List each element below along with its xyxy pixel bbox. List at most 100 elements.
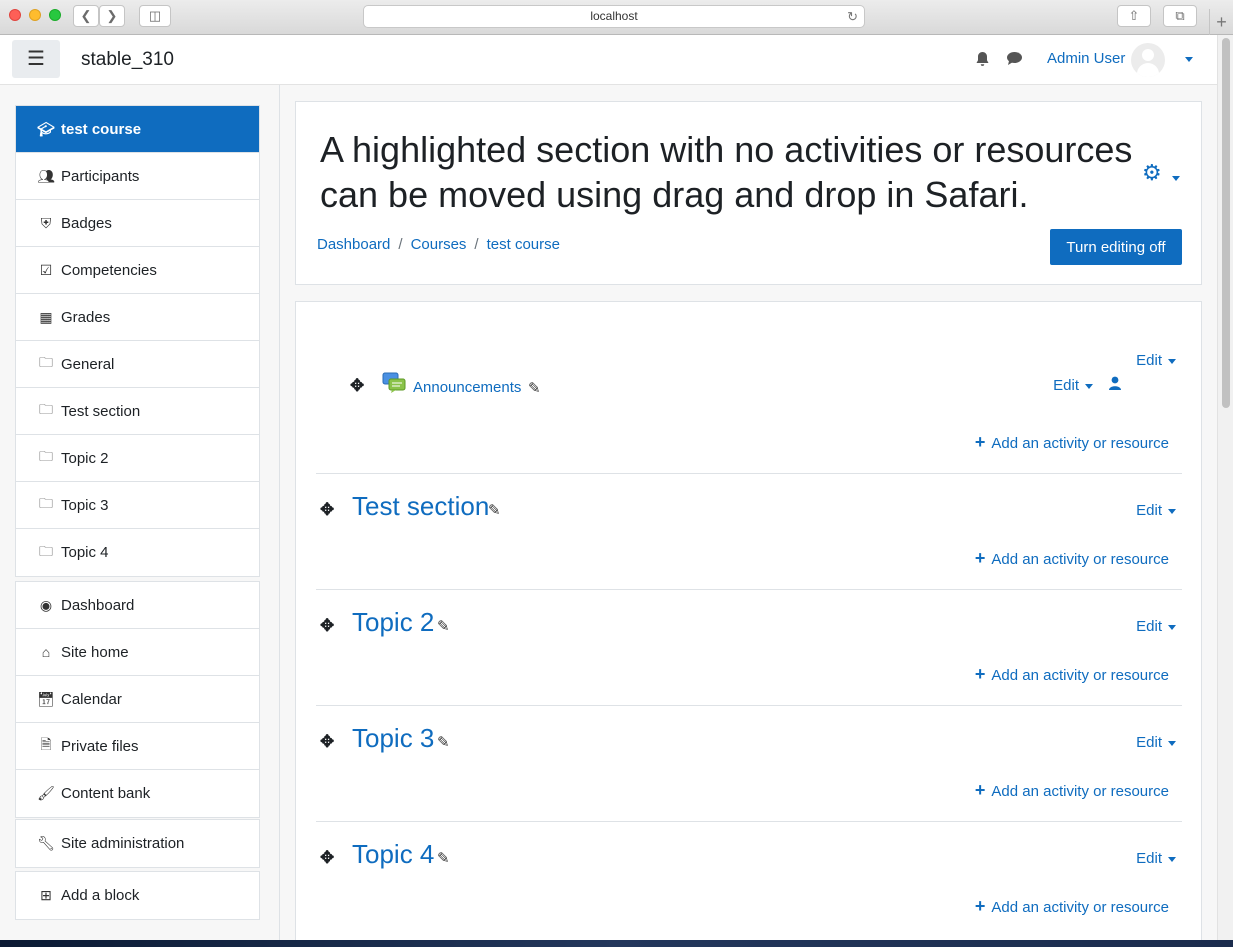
- section-title[interactable]: Test section: [352, 491, 489, 522]
- close-window-button[interactable]: [9, 9, 21, 21]
- nav-item-topic-2[interactable]: 🗀︎ Topic 2: [16, 435, 259, 482]
- section-edit-menu[interactable]: Edit: [1136, 734, 1176, 751]
- turn-editing-off-button[interactable]: Turn editing off: [1050, 229, 1182, 265]
- section-edit-menu[interactable]: Edit: [1136, 618, 1176, 635]
- add-activity-button[interactable]: + Add an activity or resource: [975, 780, 1169, 801]
- folder-icon: 🗀︎: [39, 542, 53, 559]
- chat-icon[interactable]: [1006, 51, 1023, 69]
- minimize-window-button[interactable]: [29, 9, 41, 21]
- desktop-background: [0, 940, 1233, 947]
- gear-icon[interactable]: ⚙: [1142, 160, 1162, 186]
- move-icon[interactable]: ✥: [320, 732, 334, 752]
- reload-icon[interactable]: ↻: [847, 6, 858, 27]
- scrollbar-thumb[interactable]: [1222, 38, 1230, 408]
- pencil-icon[interactable]: ✎: [528, 379, 541, 397]
- breadcrumb-test-course[interactable]: test course: [487, 236, 560, 253]
- sidebar-toggle-button[interactable]: ◫: [139, 5, 171, 27]
- nav-item-competencies[interactable]: ☑ Competencies: [16, 247, 259, 294]
- back-button[interactable]: ❮: [73, 5, 99, 27]
- add-activity-button[interactable]: + Add an activity or resource: [975, 548, 1169, 569]
- plus-icon: +: [974, 664, 986, 684]
- page-header: A highlighted section with no activities…: [295, 101, 1202, 285]
- chevron-down-icon: [1168, 624, 1176, 630]
- nav-item-participants[interactable]: 👥︎ Participants: [16, 153, 259, 200]
- forward-button[interactable]: ❯: [99, 5, 125, 27]
- nav-item-dashboard[interactable]: ◉ Dashboard: [16, 582, 259, 629]
- section-topic-3: ✥ Topic 3 ✎ Edit + Add an activity or res…: [316, 706, 1182, 822]
- move-icon[interactable]: ✥: [320, 500, 334, 520]
- nav-item-grades[interactable]: ▦ Grades: [16, 294, 259, 341]
- dashboard-icon: ◉: [39, 596, 53, 613]
- move-icon[interactable]: ✥: [320, 848, 334, 868]
- plus-icon: +: [974, 896, 986, 916]
- page-viewport: ☰ stable_310 Admin User 🎓︎ test course 👥︎…: [0, 35, 1217, 940]
- plus-icon: +: [974, 780, 986, 800]
- calendar-icon: 📅︎: [37, 690, 55, 707]
- user-menu-name[interactable]: Admin User: [1047, 50, 1125, 67]
- section-title[interactable]: Topic 3: [352, 723, 434, 754]
- pencil-icon[interactable]: ✎: [437, 617, 450, 635]
- nav-item-content-bank[interactable]: 🖌︎ Content bank: [16, 770, 259, 817]
- wrench-icon: 🔧︎: [37, 835, 55, 851]
- add-activity-button[interactable]: + Add an activity or resource: [975, 432, 1169, 453]
- move-icon[interactable]: ✥: [320, 616, 334, 636]
- paintbrush-icon: 🖌︎: [37, 785, 55, 801]
- section-edit-menu[interactable]: Edit: [1136, 850, 1176, 867]
- avatar[interactable]: [1131, 43, 1165, 77]
- top-navbar: ☰ stable_310 Admin User: [0, 35, 1217, 85]
- nav-drawer: 🎓︎ test course 👥︎ Participants ⛨ Badges ☑ Co…: [0, 85, 280, 940]
- zoom-window-button[interactable]: [49, 9, 61, 21]
- add-activity-button[interactable]: + Add an activity or resource: [975, 896, 1169, 917]
- course-content: Edit ✥ Announcements ✎ Edit + Add an acti…: [295, 301, 1202, 940]
- nav-item-general[interactable]: 🗀︎ General: [16, 341, 259, 388]
- add-activity-button[interactable]: + Add an activity or resource: [975, 664, 1169, 685]
- nav-item-badges[interactable]: ⛨ Badges: [16, 200, 259, 247]
- activity-announcements[interactable]: Announcements: [413, 379, 521, 396]
- new-tab-button[interactable]: +: [1209, 9, 1233, 35]
- section-title[interactable]: Topic 4: [352, 839, 434, 870]
- nav-item-topic-4[interactable]: 🗀︎ Topic 4: [16, 529, 259, 576]
- checkbox-icon: ☑: [39, 261, 53, 278]
- nav-item-site-administration[interactable]: 🔧︎ Site administration: [16, 820, 259, 867]
- nav-item-test-section[interactable]: 🗀︎ Test section: [16, 388, 259, 435]
- drawer-toggle-button[interactable]: ☰: [12, 40, 60, 78]
- activity-edit-menu[interactable]: Edit: [1053, 377, 1093, 394]
- section-edit-menu[interactable]: Edit: [1136, 502, 1176, 519]
- page-title: A highlighted section with no activities…: [320, 129, 1133, 215]
- folder-icon: 🗀︎: [39, 495, 53, 511]
- section-edit-menu[interactable]: Edit: [1136, 352, 1176, 369]
- nav-item-calendar[interactable]: 📅︎ Calendar: [16, 676, 259, 723]
- user-icon[interactable]: [1109, 376, 1121, 393]
- section-test-section: ✥ Test section ✎ Edit + Add an activity o…: [316, 474, 1182, 590]
- site-name[interactable]: stable_310: [81, 49, 174, 71]
- plus-icon: +: [974, 432, 986, 452]
- section-general: Edit ✥ Announcements ✎ Edit + Add an acti…: [316, 302, 1182, 474]
- shield-icon: ⛨: [40, 214, 52, 231]
- url-bar[interactable]: localhost ↻: [363, 5, 865, 28]
- nav-item-private-files[interactable]: 🗎︎ Private files: [16, 723, 259, 770]
- bell-icon[interactable]: [975, 51, 990, 70]
- folder-icon: 🗀︎: [39, 354, 53, 370]
- chevron-down-icon[interactable]: [1185, 57, 1193, 62]
- nav-item-topic-3[interactable]: 🗀︎ Topic 3: [16, 482, 259, 529]
- table-icon: ▦: [39, 308, 53, 325]
- chevron-down-icon[interactable]: [1172, 176, 1180, 181]
- move-icon[interactable]: ✥: [350, 376, 364, 396]
- plus-square-icon: ⊞: [40, 887, 52, 903]
- pencil-icon[interactable]: ✎: [488, 501, 501, 519]
- browser-toolbar: ❮ ❯ ◫ localhost ↻ ⇧ ⧉ +: [0, 0, 1233, 35]
- nav-item-test-course[interactable]: 🎓︎ test course: [16, 106, 259, 153]
- forum-icon: [382, 372, 406, 393]
- section-title[interactable]: Topic 2: [352, 607, 434, 638]
- breadcrumb-dashboard[interactable]: Dashboard: [317, 236, 390, 253]
- tabs-button[interactable]: ⧉: [1163, 5, 1197, 27]
- pencil-icon[interactable]: ✎: [437, 849, 450, 867]
- share-icon: ⇧: [1128, 8, 1140, 23]
- pencil-icon[interactable]: ✎: [437, 733, 450, 751]
- nav-item-site-home[interactable]: ⌂ Site home: [16, 629, 259, 676]
- plus-icon: +: [974, 548, 986, 568]
- nav-item-add-a-block[interactable]: ⊞ Add a block: [16, 872, 259, 919]
- share-button[interactable]: ⇧: [1117, 5, 1151, 27]
- breadcrumb-courses[interactable]: Courses: [411, 236, 467, 253]
- page-scrollbar[interactable]: [1217, 35, 1233, 940]
